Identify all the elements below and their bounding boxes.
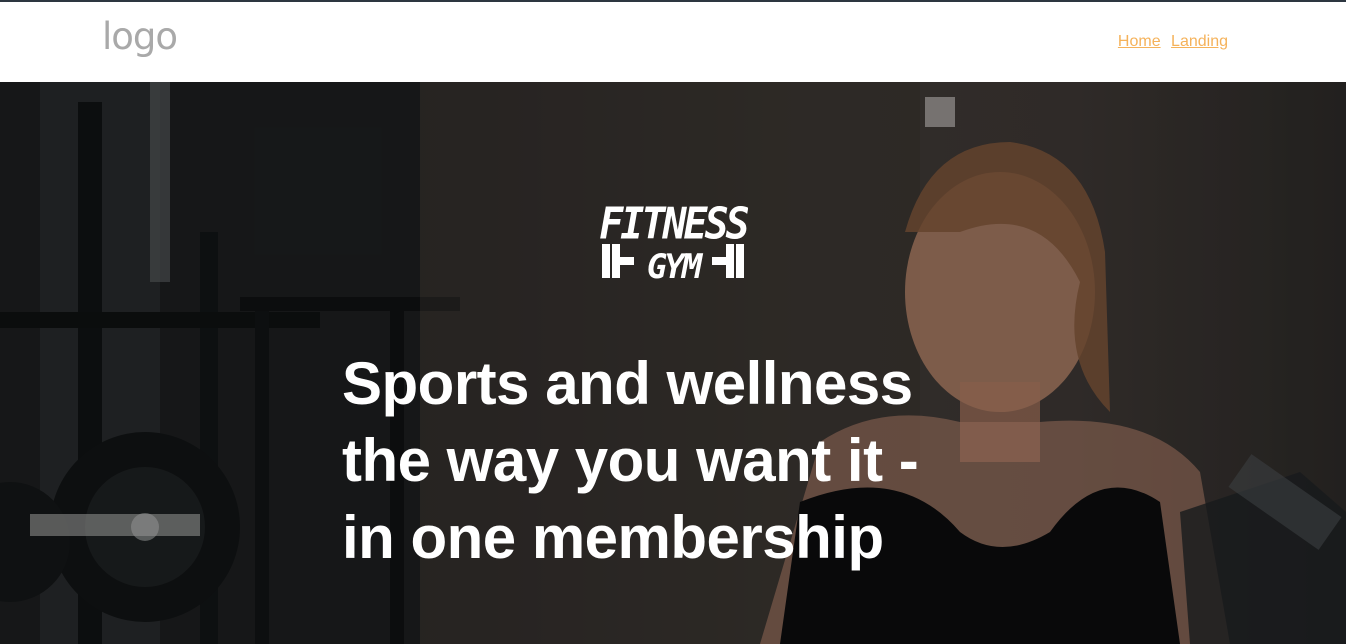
headline-line-2: the way you want it - <box>342 427 919 494</box>
hero-headline: Sports and wellness the way you want it … <box>342 345 982 576</box>
brand-line-fitness: FITNESS <box>599 198 748 249</box>
site-logo[interactable]: logo <box>102 18 178 55</box>
headline-line-3: in one membership <box>342 504 884 571</box>
main-nav: Home Landing <box>1112 33 1228 51</box>
headline-line-1: Sports and wellness <box>342 350 913 417</box>
site-header: logo Home Landing <box>0 2 1346 82</box>
brand-line-gym: GYM <box>647 247 704 286</box>
fitness-gym-logo: FITNESS GYM <box>599 198 748 286</box>
hero-section: FITNESS GYM Sports and wellness the way … <box>0 82 1346 644</box>
nav-link-home[interactable]: Home <box>1118 33 1161 50</box>
nav-link-landing[interactable]: Landing <box>1171 33 1228 50</box>
